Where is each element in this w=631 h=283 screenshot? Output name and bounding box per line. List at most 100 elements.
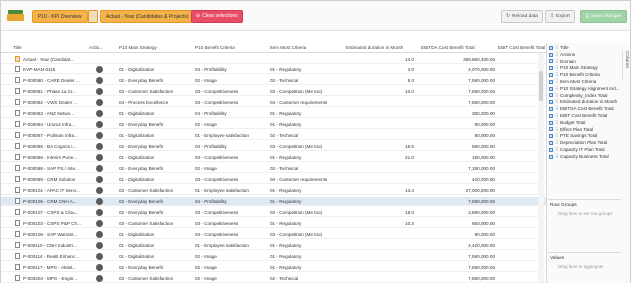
row-action-icon[interactable] [96,241,103,249]
drag-handle-icon[interactable]: ⠿ [555,154,558,159]
row-action-icon[interactable] [96,65,103,73]
column-toggle-item[interactable]: ⠿ Effect Plan Total [549,127,593,133]
table-row[interactable]: P-000110 - CNH Industri... 01 - Digitaliz… [1,241,546,250]
column-toggle-item[interactable]: ⠿ PTE Savings Total [549,133,597,139]
column-header-ebit[interactable]: EBIT Cost Benefit Total [498,45,545,50]
checkbox[interactable] [549,59,553,64]
row-action-icon[interactable] [96,197,103,205]
column-header-actions[interactable]: Actio... [89,45,103,50]
checkbox[interactable] [549,106,553,111]
table-row[interactable]: P-000081 - Phase 1a Cr... 03 - Customer S… [1,87,546,96]
table-row[interactable]: P-000088 - SAP PS / Inte... 02 - Everyday… [1,164,546,173]
column-header-benefit-criteria[interactable]: P10 Benefit Criteria [195,45,235,50]
checkbox[interactable] [549,120,553,125]
column-header-ebitda[interactable]: EBITDA Cost Benefit Total [421,45,475,50]
column-toggle-item[interactable]: ⠿ P10 Strategy Alignment Ind... [549,86,620,92]
drag-handle-icon[interactable]: ⠿ [555,59,558,64]
drag-handle-icon[interactable]: ⠿ [555,140,558,145]
row-action-icon[interactable] [96,164,103,172]
table-row[interactable]: P-000117 - MPG - Aktiet... 02 - Everyday … [1,263,546,272]
table-row[interactable]: P-000103 - CSPS P&P Ch... 03 - Customer S… [1,219,546,228]
drag-handle-icon[interactable]: ⠿ [555,93,558,98]
table-row[interactable]: P-000203 - MPG - Engin... 03 - Customer S… [1,274,546,283]
row-action-icon[interactable] [96,208,103,216]
row-action-icon[interactable] [96,230,103,238]
checkbox[interactable] [549,72,553,77]
column-header-main-strategy[interactable]: P10 Main Strategy [119,45,157,50]
checkbox[interactable] [549,100,553,105]
row-action-icon[interactable] [96,219,103,227]
table-row[interactable]: KVP-MAN-0115 01 - Digitalization 04 - Prof… [1,65,546,74]
drag-handle-icon[interactable]: ⠿ [555,113,558,118]
column-toggle-item[interactable]: ⠿ Capacity IT Plan Total [549,147,605,153]
column-toggle-item[interactable]: ⠿ Title [549,45,569,51]
row-groups-section[interactable]: Row Groups Drag here to set row groups [547,199,621,219]
columns-side-tab[interactable]: Columns [622,51,630,81]
column-header-duration[interactable]: Estimated duration in Month [346,45,403,50]
checkbox[interactable] [549,79,553,84]
drag-handle-icon[interactable]: ⠿ [555,99,558,104]
row-action-icon[interactable] [96,186,103,194]
table-row[interactable]: P-000107 - CSPS & Clou... 02 - Everyday B… [1,208,546,217]
row-action-icon[interactable] [96,142,103,150]
column-toggle-item[interactable]: ⠿ Domain [549,59,576,65]
table-row[interactable]: P-000108 - SAP Warrant... 01 - Digitaliza… [1,230,546,239]
page-icon[interactable] [88,10,98,23]
drag-handle-icon[interactable]: ⠿ [555,106,558,111]
values-section[interactable]: Values Drag here to aggregate [547,252,621,272]
row-action-icon[interactable] [96,175,103,183]
column-toggle-item[interactable]: ⠿ EBITDA Cost Benefit Total [549,106,614,112]
table-row[interactable]: P-000086 - Interim Pune... 01 - Digitaliz… [1,153,546,162]
table-row[interactable]: P-000080 - CARE Dealer ... 02 - Everyday … [1,76,546,85]
tab-actual-year[interactable]: Actual - Year (Candidates & Projects) [100,10,195,23]
tab-kpi-overview[interactable]: P10 - KPI Overview [32,10,88,23]
drag-handle-icon[interactable]: ⠿ [555,127,558,132]
row-action-icon[interactable] [96,252,103,260]
row-action-icon[interactable] [96,263,103,271]
reload-data-button[interactable]: ↻ Reload data [501,10,543,23]
row-action-icon[interactable] [96,131,103,139]
checkbox[interactable] [549,147,553,152]
table-row[interactable]: P-000087 - Pullman Infra... 01 - Digitali… [1,131,546,140]
column-toggle-item[interactable]: ⠿ EBIT Cost Benefit Total [549,113,607,119]
column-toggle-item[interactable]: ⠿ Actions [549,52,575,58]
table-row[interactable]: P-000082 - VWS Dealer ... 04 - Process Ex… [1,98,546,107]
drag-handle-icon[interactable]: ⠿ [555,72,558,77]
table-row[interactable]: P-000085 - BA Cognos I... 02 - Everyday B… [1,142,546,151]
checkbox[interactable] [549,93,553,98]
drag-handle-icon[interactable]: ⠿ [555,86,558,91]
table-row[interactable]: P-000114 - Realti Enhanc... 01 - Digitali… [1,252,546,261]
export-button[interactable]: ⇪ Export [545,10,575,23]
row-action-icon[interactable] [96,274,103,282]
drag-handle-icon[interactable]: ⠿ [555,79,558,84]
drag-handle-icon[interactable]: ⠿ [555,120,558,125]
clear-selections-button[interactable]: ⊘ Clear selections [191,10,243,23]
column-header-title[interactable]: Title [13,45,22,50]
table-row[interactable]: P-000106 - CRM CNH A... 02 - Everyday Ben… [1,197,546,206]
column-toggle-item[interactable]: ⠿ P10 Main Strategy [549,65,598,71]
column-toggle-item[interactable]: ⠿ Budget Total [549,120,585,126]
table-row[interactable]: P-000084 - Ururuz Infra... 02 - Everyday … [1,120,546,129]
checkbox[interactable] [549,86,553,91]
drag-handle-icon[interactable]: ⠿ [555,133,558,138]
checkbox[interactable] [549,134,553,139]
grid-scroll-thumb[interactable] [539,71,543,101]
column-toggle-item[interactable]: ⠿ Depreciation Plan Total [549,140,607,146]
total-row[interactable]: Actual - Year (Candidat... 14.0 359,860,40… [1,55,546,64]
column-toggle-item[interactable]: ⠿ P10 Benefit Criteria [549,72,600,78]
column-toggle-item[interactable]: ⠿ Item Must Criteria [549,79,596,85]
checkbox[interactable] [549,154,553,159]
checkbox[interactable] [549,45,553,50]
checkbox[interactable] [549,140,553,145]
row-action-icon[interactable] [96,109,103,117]
drag-handle-icon[interactable]: ⠿ [555,65,558,70]
checkbox[interactable] [549,66,553,71]
checkbox[interactable] [549,127,553,132]
column-toggle-item[interactable]: ⠿ Capacity Business Total [549,154,609,160]
drag-handle-icon[interactable]: ⠿ [555,147,558,152]
checkbox[interactable] [549,52,553,57]
row-action-icon[interactable] [96,98,103,106]
save-changes-button[interactable]: 🖫 Save changes [580,10,627,23]
row-action-icon[interactable] [96,153,103,161]
table-row[interactable]: P-000083 - ANZ Netwo... 01 - Digitalizati… [1,109,546,118]
